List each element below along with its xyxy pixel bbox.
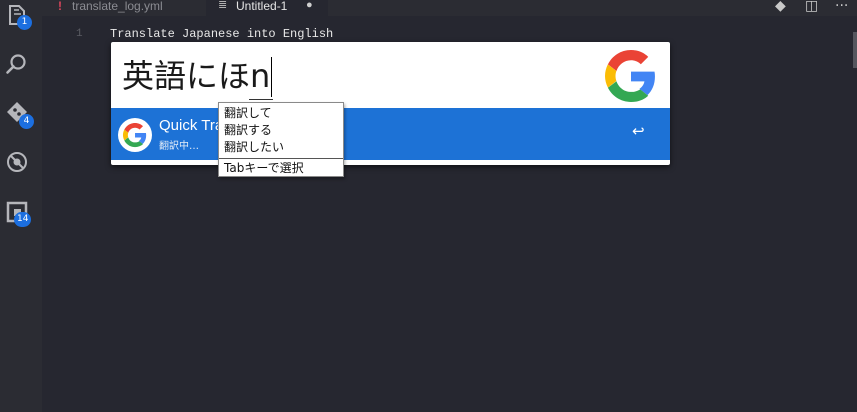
search-button[interactable] [5, 52, 33, 80]
ime-candidate-popup: 翻訳して 翻訳する 翻訳したい Tabキーで選択 [218, 102, 344, 177]
result-subtitle: 翻訳中… [159, 141, 199, 152]
text-caret [271, 57, 272, 97]
more-icon[interactable]: ··· [835, 0, 848, 14]
source-control-badge: 4 [19, 114, 34, 129]
google-logo-icon [118, 118, 152, 152]
extensions-button[interactable]: 14 [5, 200, 33, 228]
tab-untitled-1[interactable]: ≣ Untitled-1 ● [206, 0, 328, 16]
activity-bar: 1 4 14 [0, 0, 42, 412]
debug-icon [7, 152, 27, 172]
ime-composition-underline [249, 99, 273, 100]
split-editor-icon[interactable]: ◫ [805, 0, 818, 14]
quick-translate-panel: 英語にほn Quick Translate 翻訳中… ↩ [111, 42, 670, 165]
google-logo-icon [605, 50, 655, 102]
quick-translate-input[interactable]: 英語にほn [122, 54, 270, 100]
editor-line-text[interactable]: Translate Japanese into English [110, 27, 333, 41]
tab-translate-log[interactable]: ! translate_log.yml [42, 0, 204, 16]
ime-candidate[interactable]: 翻訳して [224, 105, 272, 122]
ime-candidate[interactable]: 翻訳したい [224, 139, 284, 156]
tab-label: Untitled-1 [236, 0, 288, 13]
debug-button[interactable] [5, 150, 33, 178]
tab-label: translate_log.yml [72, 0, 163, 13]
explorer-button[interactable]: 1 [5, 4, 33, 32]
yaml-file-icon: ! [58, 0, 62, 13]
quick-translate-result-item[interactable]: Quick Translate 翻訳中… ↩ [111, 108, 670, 160]
source-control-button[interactable]: 4 [5, 100, 34, 129]
search-icon [6, 54, 26, 74]
git-compare-icon[interactable]: ◆ [775, 0, 786, 14]
editor-actions: ◆ ◫ ··· [767, 0, 857, 16]
ime-candidate[interactable]: 翻訳する [224, 122, 272, 139]
divider [219, 158, 343, 159]
dirty-indicator[interactable]: ● [306, 0, 313, 11]
tab-bar: ! translate_log.yml ≣ Untitled-1 ● ◆ ◫ ·… [42, 0, 857, 16]
explorer-badge: 1 [17, 15, 32, 30]
line-number: 1 [76, 28, 83, 40]
extensions-badge: 14 [14, 212, 32, 227]
scrollbar[interactable] [853, 32, 857, 68]
ime-hint: Tabキーで選択 [224, 161, 304, 175]
enter-icon: ↩ [632, 122, 645, 140]
text-file-icon: ≣ [218, 0, 228, 11]
